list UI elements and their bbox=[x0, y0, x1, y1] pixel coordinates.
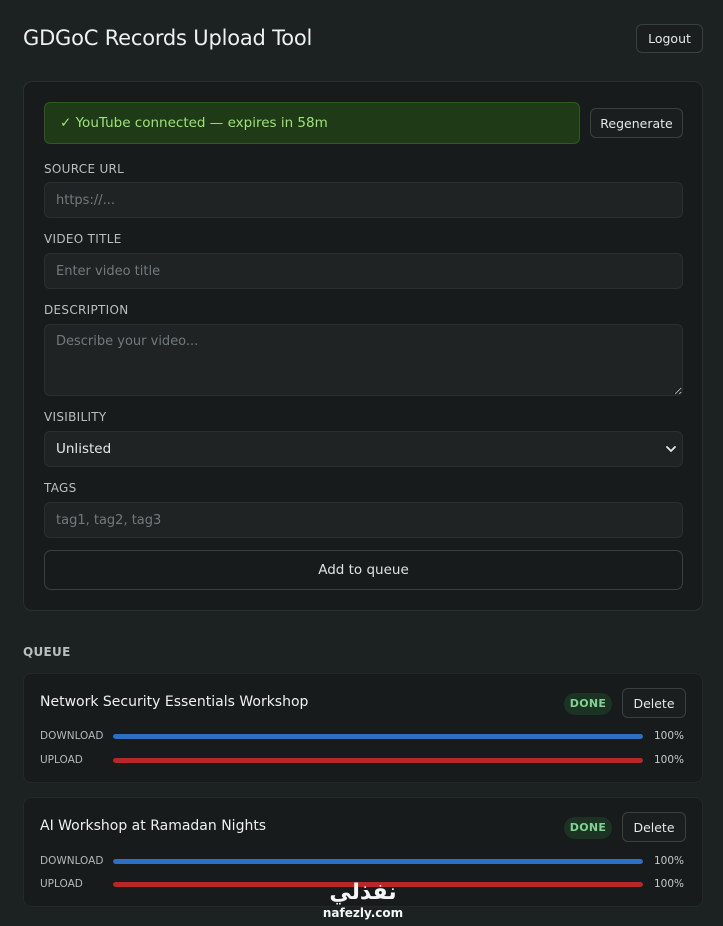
tags-label: TAGS bbox=[44, 481, 77, 495]
download-progress-bar bbox=[113, 859, 643, 864]
description-textarea[interactable] bbox=[44, 324, 683, 396]
delete-button[interactable]: Delete bbox=[622, 688, 686, 718]
status-badge: DONE bbox=[564, 693, 612, 715]
add-to-queue-button[interactable]: Add to queue bbox=[44, 550, 683, 590]
queue-item: Network Security Essentials Workshop DON… bbox=[23, 673, 703, 783]
app-title: GDGoC Records Upload Tool bbox=[23, 26, 313, 50]
download-progress-label: DOWNLOAD bbox=[40, 730, 104, 742]
tags-input[interactable] bbox=[44, 502, 683, 538]
queue-item-title: AI Workshop at Ramadan Nights bbox=[40, 818, 267, 834]
download-progress-bar bbox=[113, 734, 643, 739]
upload-progress-percent: 100% bbox=[654, 878, 685, 890]
upload-progress-percent: 100% bbox=[654, 754, 685, 766]
upload-progress-label: UPLOAD bbox=[40, 754, 83, 766]
upload-form-card: ✓ YouTube connected — expires in 58m Reg… bbox=[23, 81, 703, 611]
upload-progress-fill bbox=[113, 758, 643, 763]
upload-progress-label: UPLOAD bbox=[40, 878, 83, 890]
logout-button[interactable]: Logout bbox=[636, 24, 703, 53]
upload-progress-bar bbox=[113, 758, 643, 763]
description-label: DESCRIPTION bbox=[44, 303, 129, 317]
delete-button[interactable]: Delete bbox=[622, 812, 686, 842]
visibility-selected-value: Unlisted bbox=[56, 441, 112, 457]
source-url-label: SOURCE URL bbox=[44, 162, 125, 176]
watermark-url: nafezly.com bbox=[322, 906, 404, 920]
download-progress-percent: 100% bbox=[654, 855, 685, 867]
download-progress-label: DOWNLOAD bbox=[40, 855, 104, 867]
video-title-label: VIDEO TITLE bbox=[44, 232, 122, 246]
download-progress-percent: 100% bbox=[654, 730, 685, 742]
queue-item-title: Network Security Essentials Workshop bbox=[40, 694, 309, 710]
download-progress-fill bbox=[113, 859, 643, 864]
download-progress-fill bbox=[113, 734, 643, 739]
queue-heading: QUEUE bbox=[23, 645, 71, 659]
watermark-logo: نفذلي bbox=[329, 880, 397, 905]
regenerate-button[interactable]: Regenerate bbox=[590, 108, 683, 138]
visibility-select[interactable]: Unlisted bbox=[44, 431, 683, 467]
youtube-status-banner: ✓ YouTube connected — expires in 58m bbox=[44, 102, 580, 144]
status-badge: DONE bbox=[564, 817, 612, 839]
video-title-input[interactable] bbox=[44, 253, 683, 289]
nafezly-watermark: نفذلي nafezly.com bbox=[318, 880, 408, 926]
chevron-down-icon bbox=[666, 446, 676, 452]
source-url-input[interactable] bbox=[44, 182, 683, 218]
visibility-label: VISIBILITY bbox=[44, 410, 107, 424]
